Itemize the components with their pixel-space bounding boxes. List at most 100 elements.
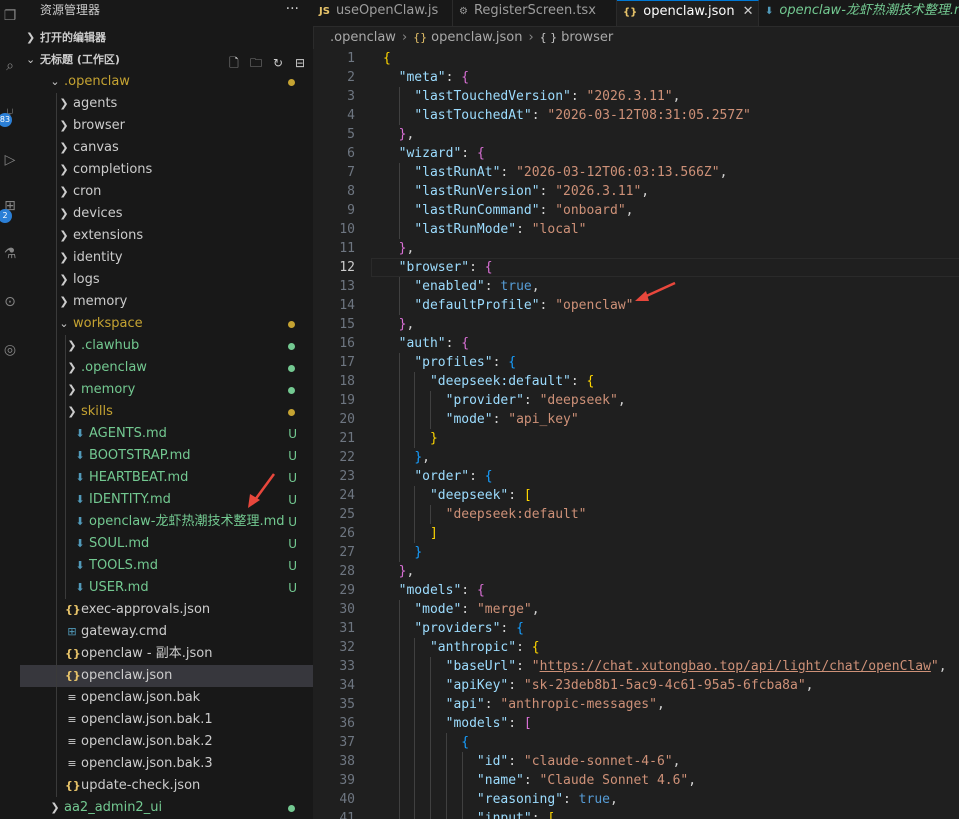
tree-item[interactable]: ⬇ TOOLS.md U (20, 555, 313, 577)
tree-item[interactable]: ❯ devices (20, 203, 313, 225)
new-file-icon[interactable]: 🗋 (227, 56, 241, 70)
code-line[interactable]: 35 "api": "anthropic-messages", (313, 695, 959, 714)
code-line[interactable]: 29 "models": { (313, 581, 959, 600)
tree-item[interactable]: ❯ extensions (20, 225, 313, 247)
code-text: "deepseek:default": { (429, 374, 595, 389)
code-line[interactable]: 31 "providers": { (313, 619, 959, 638)
breadcrumb-folder[interactable]: .openclaw (330, 30, 396, 45)
run-debug-icon[interactable]: ▷ (0, 150, 20, 170)
line-number: 13 (339, 279, 355, 294)
remote-icon[interactable]: ⊙ (0, 292, 20, 312)
code-line[interactable]: 21 } (313, 429, 959, 448)
code-line[interactable]: 5 }, (313, 125, 959, 144)
tree-item[interactable]: ❯ aa2_admin2_ui (20, 797, 313, 819)
code-line[interactable]: 2 "meta": { (313, 68, 959, 87)
tree-item[interactable]: ❯ memory (20, 379, 313, 401)
code-line[interactable]: 23 "order": { (313, 467, 959, 486)
code-line[interactable]: 18 "deepseek:default": { (313, 372, 959, 391)
tab-3[interactable]: ⬇ openclaw-龙虾热潮技术整理.md (759, 0, 959, 26)
code-line[interactable]: 6 "wizard": { (313, 144, 959, 163)
more-actions-icon[interactable]: ··· (286, 0, 299, 18)
code-line[interactable]: 33 "baseUrl": "https://chat.xutongbao.to… (313, 657, 959, 676)
code-line[interactable]: 16 "auth": { (313, 334, 959, 353)
tree-item[interactable]: ≡ openclaw.json.bak.1 (20, 709, 313, 731)
tab-file-icon: JS (319, 6, 330, 17)
code-line[interactable]: 24 "deepseek": [ (313, 486, 959, 505)
tree-item[interactable]: ⌄ workspace (20, 313, 313, 335)
tree-item[interactable]: ⬇ openclaw-龙虾热潮技术整理.md U (20, 511, 313, 533)
code-line[interactable]: 3 "lastTouchedVersion": "2026.3.11", (313, 87, 959, 106)
code-line[interactable]: 28 }, (313, 562, 959, 581)
tab-1[interactable]: ⚙ RegisterScreen.tsx (453, 0, 617, 26)
tree-item[interactable]: ⬇ SOUL.md U (20, 533, 313, 555)
tree-item[interactable]: ❯ skills (20, 401, 313, 423)
new-folder-icon[interactable]: 🗀 (249, 56, 263, 70)
tree-item[interactable]: ❯ agents (20, 93, 313, 115)
tree-item[interactable]: ❯ canvas (20, 137, 313, 159)
copilot-icon[interactable]: ◎ (0, 340, 20, 360)
refresh-icon[interactable]: ↻ (271, 56, 285, 70)
code-line[interactable]: 4 "lastTouchedAt": "2026-03-12T08:31:05.… (313, 106, 959, 125)
tree-item[interactable]: {} openclaw - 副本.json (20, 643, 313, 665)
code-line[interactable]: 25 "deepseek:default" (313, 505, 959, 524)
tree-item-label: openclaw-龙虾热潮技术整理.md (89, 514, 285, 529)
open-editors-section[interactable]: ❯ 打开的编辑器 (20, 27, 313, 49)
code-line[interactable]: 38 "id": "claude-sonnet-4-6", (313, 752, 959, 771)
workspace-section[interactable]: ⌄ 无标题 (工作区) 🗋 🗀 ↻ ⊟ (20, 49, 313, 71)
tree-item[interactable]: ❯ memory (20, 291, 313, 313)
tree-item[interactable]: ❯ browser (20, 115, 313, 137)
tree-item[interactable]: ≡ openclaw.json.bak (20, 687, 313, 709)
tree-item[interactable]: ⬇ BOOTSTRAP.md U (20, 445, 313, 467)
tree-item[interactable]: ❯ logs (20, 269, 313, 291)
code-line[interactable]: 30 "mode": "merge", (313, 600, 959, 619)
code-line[interactable]: 20 "mode": "api_key" (313, 410, 959, 429)
tree-item[interactable]: {} exec-approvals.json (20, 599, 313, 621)
tree-item[interactable]: ≡ openclaw.json.bak.3 (20, 753, 313, 775)
tab-0[interactable]: JS useOpenClaw.js (313, 0, 453, 26)
tree-item[interactable]: {} openclaw.json (20, 665, 313, 687)
code-line[interactable]: 32 "anthropic": { (313, 638, 959, 657)
tree-item[interactable]: ⌄ .openclaw (20, 71, 313, 93)
code-line[interactable]: 39 "name": "Claude Sonnet 4.6", (313, 771, 959, 790)
code-line[interactable]: 27 } (313, 543, 959, 562)
code-line[interactable]: 22 }, (313, 448, 959, 467)
tree-item[interactable]: ⬇ USER.md U (20, 577, 313, 599)
tree-item[interactable]: ❯ .clawhub (20, 335, 313, 357)
tree-item[interactable]: ❯ .openclaw (20, 357, 313, 379)
collapse-all-icon[interactable]: ⊟ (293, 56, 307, 70)
code-line[interactable]: 12 "browser": { (313, 258, 959, 277)
close-icon[interactable]: ✕ (743, 4, 754, 19)
code-line[interactable]: 19 "provider": "deepseek", (313, 391, 959, 410)
tree-item[interactable]: ⬇ AGENTS.md U (20, 423, 313, 445)
code-line[interactable]: 40 "reasoning": true, (313, 790, 959, 809)
code-line[interactable]: 26 ] (313, 524, 959, 543)
code-line[interactable]: 15 }, (313, 315, 959, 334)
code-line[interactable]: 34 "apiKey": "sk-23deb8b1-5ac9-4c61-95a5… (313, 676, 959, 695)
code-line[interactable]: 7 "lastRunAt": "2026-03-12T06:03:13.566Z… (313, 163, 959, 182)
breadcrumb-file[interactable]: openclaw.json (431, 30, 522, 45)
code-line[interactable]: 1{ (313, 49, 959, 68)
code-text: ] (429, 526, 438, 541)
code-editor[interactable]: 1{2 "meta": {3 "lastTouchedVersion": "20… (313, 49, 959, 819)
tab-2[interactable]: {} openclaw.json ✕ (617, 0, 759, 26)
code-line[interactable]: 10 "lastRunMode": "local" (313, 220, 959, 239)
code-line[interactable]: 41 "input": [ (313, 809, 959, 819)
explorer-icon[interactable]: ❐ (0, 6, 20, 26)
code-line[interactable]: 37 { (313, 733, 959, 752)
code-line[interactable]: 11 }, (313, 239, 959, 258)
code-line[interactable]: 8 "lastRunVersion": "2026.3.11", (313, 182, 959, 201)
tree-item[interactable]: ≡ openclaw.json.bak.2 (20, 731, 313, 753)
breadcrumb: .openclaw › {} openclaw.json › { } browser (313, 27, 613, 49)
tree-item[interactable]: {} update-check.json (20, 775, 313, 797)
testing-icon[interactable]: ⚗ (0, 244, 20, 264)
tree-item[interactable]: ❯ cron (20, 181, 313, 203)
tree-item[interactable]: ❯ identity (20, 247, 313, 269)
code-line[interactable]: 17 "profiles": { (313, 353, 959, 372)
search-icon[interactable]: ⌕ (0, 56, 20, 76)
tree-item[interactable]: ⊞ gateway.cmd (20, 621, 313, 643)
breadcrumb-symbol[interactable]: browser (561, 30, 613, 45)
code-line[interactable]: 36 "models": [ (313, 714, 959, 733)
code-line[interactable]: 9 "lastRunCommand": "onboard", (313, 201, 959, 220)
tab-label: useOpenClaw.js (335, 3, 439, 18)
tree-item[interactable]: ❯ completions (20, 159, 313, 181)
